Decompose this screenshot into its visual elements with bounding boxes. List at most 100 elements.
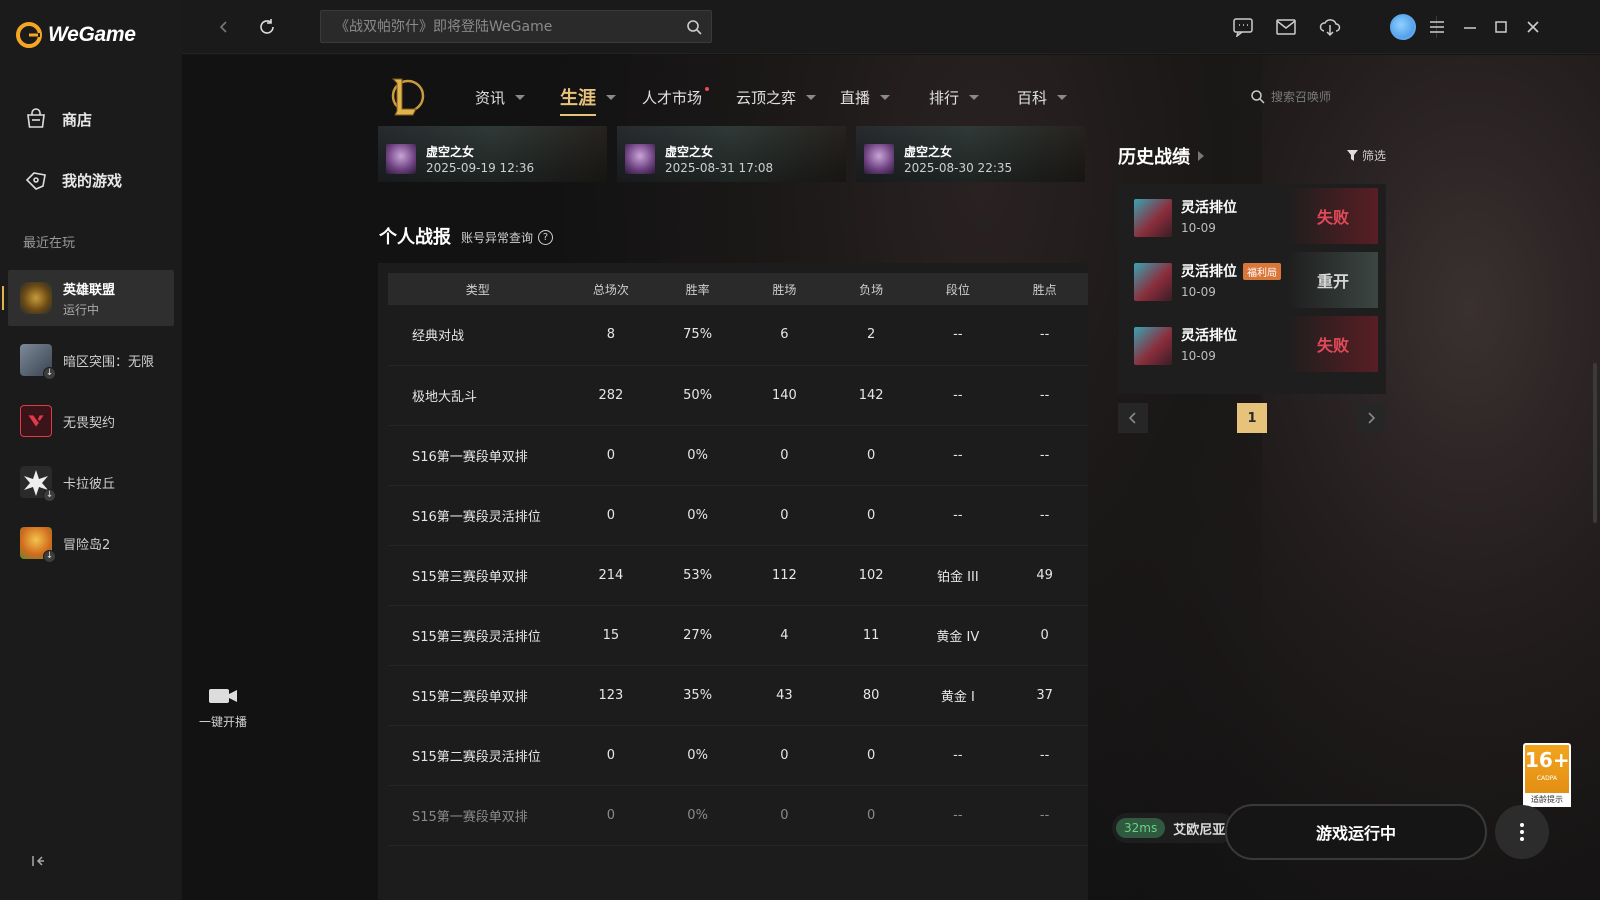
champion-portrait [625, 144, 655, 174]
recent-match-card[interactable]: 虚空之女 2025-09-19 12:36 [378, 126, 607, 182]
brand[interactable]: WeGame [16, 22, 136, 48]
game-name: 冒险岛2 [63, 537, 111, 553]
table-cell: 8 [567, 305, 655, 366]
close-button[interactable] [1521, 15, 1545, 39]
table-header-row: 类型 总场次 胜率 胜场 负场 段位 胜点 [388, 273, 1088, 305]
table-cell: 282 [567, 365, 655, 426]
table-cell: S15第一赛段单双排 [388, 785, 568, 846]
gamepad-icon [25, 172, 46, 190]
chat-button[interactable] [1231, 15, 1255, 39]
arena-breakout-game-icon: ↓ [20, 344, 56, 380]
column-header: 负场 [827, 273, 915, 305]
welfare-badge: 福利局 [1243, 263, 1281, 280]
table-cell: S16第一赛段灵活排位 [388, 485, 568, 546]
tab-talent-market[interactable]: 人才市场 [642, 87, 710, 108]
table-row: S15第三赛段灵活排位 15 27% 4 11 黄金 IV 0 [388, 605, 1088, 666]
chevron-down-icon [1057, 95, 1068, 100]
history-match-row[interactable]: 灵活排位 10-09 失败 [1118, 184, 1386, 248]
one-click-stream-button[interactable]: 一键开播 [188, 685, 258, 730]
search-icon[interactable] [685, 18, 703, 36]
game-item-lol[interactable]: 英雄联盟 运行中 [2, 270, 174, 326]
table-row: S16第一赛段灵活排位 0 0% 0 0 -- -- [388, 485, 1088, 546]
tab-label: 资讯 [475, 89, 506, 107]
history-match-row[interactable]: 灵活排位 10-09 失败 [1118, 312, 1386, 376]
recent-label: 最近在玩 [23, 236, 76, 251]
table-cell: 0 [741, 425, 828, 486]
tab-tft[interactable]: 云顶之弈 [736, 87, 817, 108]
maximize-button[interactable] [1489, 15, 1513, 39]
table-cell: 43 [741, 665, 828, 726]
table-cell: 37 [1001, 665, 1088, 726]
match-time: 2025-08-31 17:08 [665, 161, 774, 175]
match-time: 2025-08-30 22:35 [904, 161, 1013, 175]
sidebar-item-my-games[interactable]: 我的游戏 [24, 168, 122, 192]
back-button[interactable] [212, 15, 236, 39]
maplestory2-game-icon: ↓ [20, 527, 56, 563]
table-cell: 142 [827, 365, 915, 426]
scrollbar[interactable] [1593, 363, 1597, 523]
sidebar-item-store[interactable]: 商店 [24, 107, 92, 131]
recent-match-card[interactable]: 虚空之女 2025-08-30 22:35 [856, 126, 1085, 182]
table-row: S15第二赛段灵活排位 0 0% 0 0 -- -- [388, 725, 1088, 786]
download-manager-button[interactable] [1318, 15, 1342, 39]
history-title[interactable]: 历史战绩 [1118, 143, 1204, 169]
game-item-valorant[interactable]: 无畏契约 [8, 393, 174, 449]
menu-button[interactable] [1425, 15, 1449, 39]
tab-news[interactable]: 资讯 [475, 87, 526, 108]
more-options-button[interactable] [1495, 805, 1549, 859]
refresh-button[interactable] [255, 15, 279, 39]
age-rating-badge[interactable]: 16+ CADPA 适龄提示 [1523, 743, 1571, 807]
chevron-right-icon [1198, 151, 1204, 161]
table-cell: 35% [654, 665, 741, 726]
filter-label: 筛选 [1362, 149, 1387, 163]
column-header: 胜率 [654, 273, 741, 305]
stats-table: 类型 总场次 胜率 胜场 负场 段位 胜点 经典对战 8 75% 6 2 -- -- 极地大乱… [388, 273, 1088, 846]
game-item-arena-breakout[interactable]: ↓ 暗区突围：无限 [8, 332, 174, 388]
prev-page-button[interactable] [1118, 403, 1148, 433]
game-item-maplestory2[interactable]: ↓ 冒险岛2 [8, 515, 174, 571]
filter-funnel-icon [1347, 150, 1358, 161]
recent-match-card[interactable]: 虚空之女 2025-08-31 17:08 [617, 126, 846, 182]
table-cell: 铂金 III [914, 545, 1002, 606]
mail-button[interactable] [1274, 15, 1298, 39]
table-cell: 112 [741, 545, 828, 606]
table-cell: -- [1001, 725, 1088, 786]
tab-live[interactable]: 直播 [840, 87, 891, 108]
table-cell: -- [914, 305, 1002, 366]
game-item-strinova[interactable]: ↓ 卡拉彼丘 [8, 454, 174, 510]
server-status[interactable]: 32ms 艾欧尼亚 [1112, 813, 1236, 843]
avatar[interactable] [1390, 14, 1416, 40]
tab-career[interactable]: 生涯 [560, 84, 616, 116]
filter-button[interactable]: 筛选 [1347, 147, 1386, 164]
account-anomaly-label: 账号异常查询 [461, 231, 534, 245]
match-date: 10-09 [1181, 349, 1216, 363]
stats-title: 个人战报 [379, 227, 451, 248]
minimize-button[interactable] [1458, 15, 1482, 39]
table-cell: 0 [741, 725, 828, 786]
next-page-button[interactable] [1356, 403, 1386, 433]
table-cell: 极地大乱斗 [388, 365, 568, 426]
summoner-search[interactable]: 搜索召唤师 [1250, 88, 1331, 105]
game-status: 运行中 [63, 302, 100, 317]
table-cell: -- [914, 365, 1002, 426]
collapse-sidebar-icon[interactable] [30, 853, 46, 869]
hamburger-menu-icon [1430, 21, 1444, 33]
table-cell: S15第三赛段灵活排位 [388, 605, 568, 666]
history-match-row[interactable]: 灵活排位 福利局 10-09 重开 [1118, 248, 1386, 312]
page-number-button[interactable]: 1 [1237, 403, 1267, 433]
help-icon[interactable]: ? [538, 230, 554, 245]
table-cell: -- [914, 725, 1002, 786]
table-cell: 0% [654, 485, 741, 546]
global-search[interactable] [320, 10, 712, 43]
maximize-icon [1495, 21, 1507, 33]
tab-ranking[interactable]: 排行 [929, 87, 980, 108]
table-cell: 123 [567, 665, 655, 726]
search-input[interactable] [321, 11, 671, 42]
video-camera-icon [209, 689, 237, 703]
lol-logo-icon[interactable] [387, 75, 425, 117]
match-date: 10-09 [1181, 285, 1216, 299]
game-running-button[interactable]: 游戏运行中 [1225, 804, 1487, 860]
tab-wiki[interactable]: 百科 [1017, 87, 1068, 108]
chevron-left-icon [1128, 412, 1136, 424]
account-anomaly-link[interactable]: 账号异常查询 ? [461, 229, 554, 246]
